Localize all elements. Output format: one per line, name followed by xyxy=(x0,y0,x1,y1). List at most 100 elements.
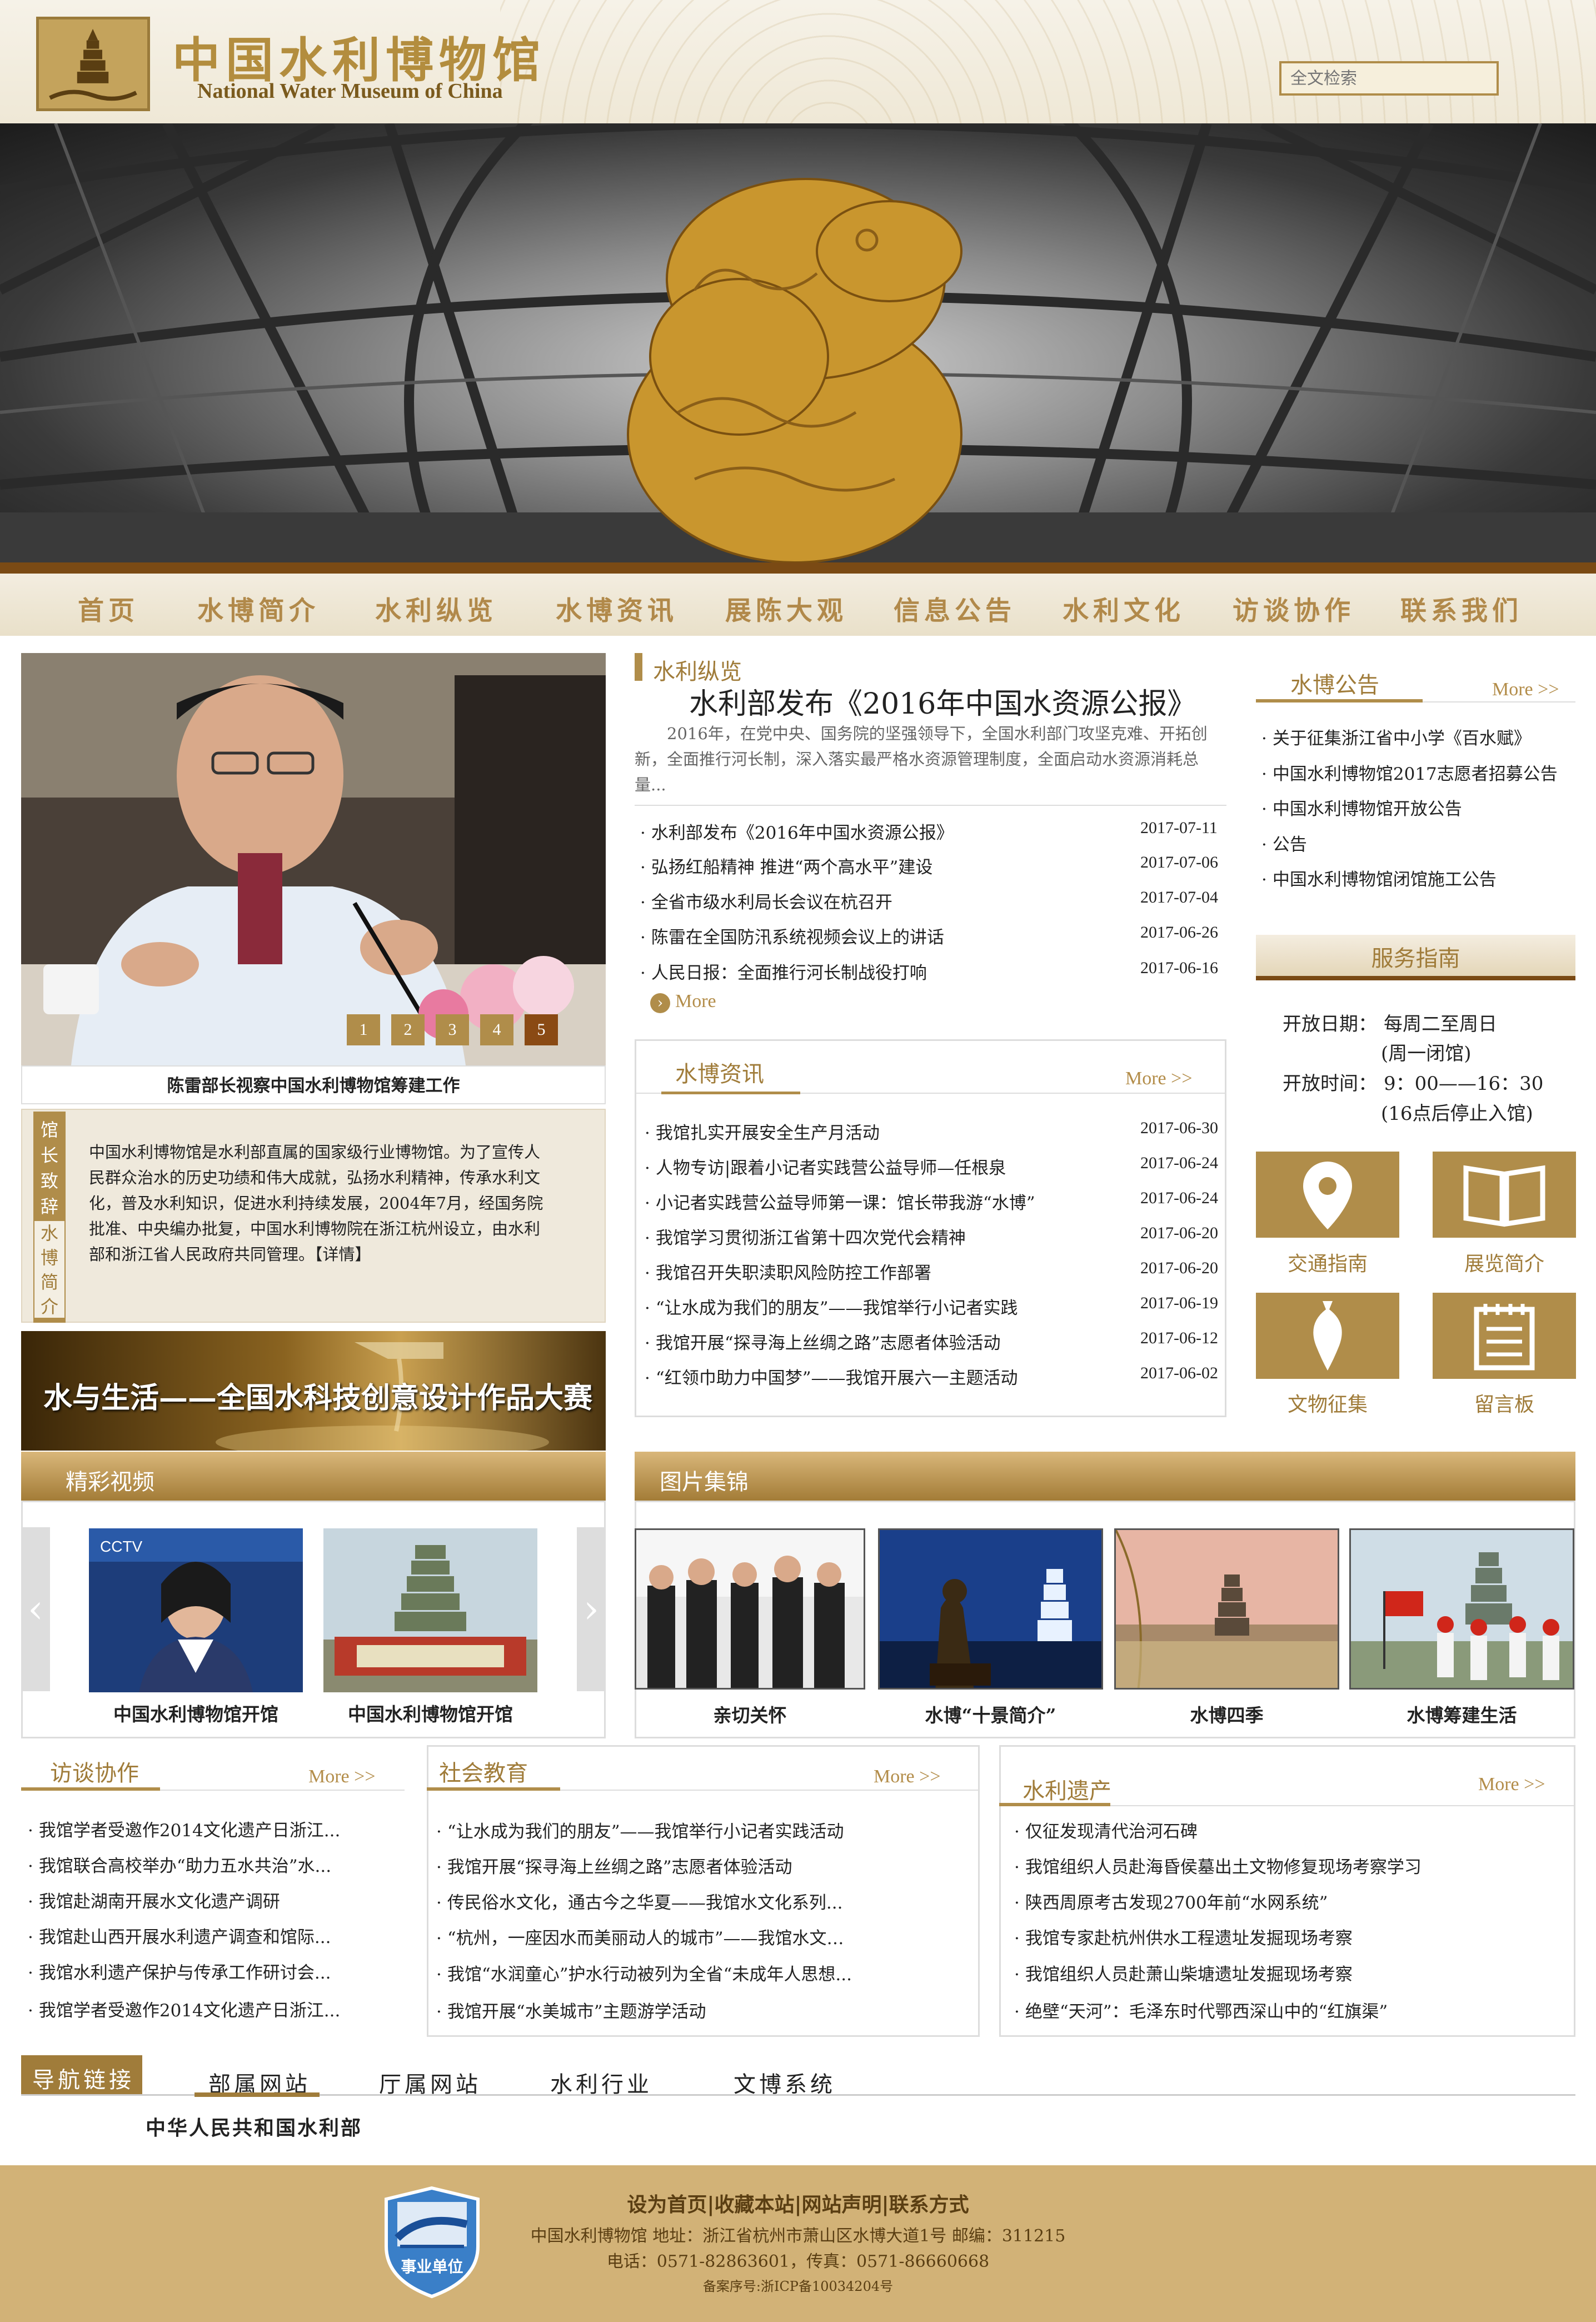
interview-item[interactable]: 我馆赴湖南开展水文化遗产调研 xyxy=(28,1887,280,1912)
news-item[interactable]: 我馆学习贯彻浙江省第十四次党代会精神 xyxy=(645,1224,966,1249)
gallery-caption-2[interactable]: 水博“十景简介” xyxy=(878,1701,1103,1727)
feature-caption[interactable]: 陈雷部长视察中国水利博物馆筹建工作 xyxy=(21,1065,606,1104)
gallery-photo-2[interactable] xyxy=(878,1528,1103,1690)
feature-photo[interactable] xyxy=(21,653,606,1065)
video-thumb-2[interactable] xyxy=(323,1528,537,1692)
overview-item[interactable]: 水利部发布《2016年中国水资源公报》 xyxy=(640,819,954,844)
nav-about[interactable]: 水博简介 xyxy=(197,589,320,627)
heritage-item[interactable]: 陕西周原考古发现2700年前“水网系统” xyxy=(1014,1889,1328,1914)
overview-more-link[interactable]: More xyxy=(675,991,716,1012)
education-title[interactable]: 社会教育 xyxy=(439,1755,528,1787)
heritage-item[interactable]: 我馆组织人员赴海昏侯墓出土文物修复现场考察学习 xyxy=(1014,1853,1422,1878)
interview-item[interactable]: 我馆学者受邀作2014文化遗产日浙江... xyxy=(28,1996,340,2021)
overview-item[interactable]: 弘扬红船精神 推进“两个高水平”建设 xyxy=(640,853,933,878)
news-item[interactable]: 小记者实践营公益导师第一课：馆长带我游“水博” xyxy=(645,1189,1035,1214)
guestbook-label[interactable]: 留言板 xyxy=(1433,1388,1576,1417)
notices-more-link[interactable]: More >> xyxy=(1492,679,1559,700)
footer-address: 中国水利博物馆 地址：浙江省杭州市萧山区水博大道1号 邮编：311215 xyxy=(530,2226,1066,2246)
notice-item[interactable]: 关于征集浙江省中小学《百水赋》 xyxy=(1261,724,1531,749)
links-tab-department[interactable]: 厅属网站 xyxy=(379,2066,481,2099)
overview-item[interactable]: 人民日报：全面推行河长制战役打响 xyxy=(640,959,927,984)
exhibition-intro-label[interactable]: 展览简介 xyxy=(1433,1248,1576,1277)
education-item[interactable]: “杭州，一座因水而美丽动人的城市”——我馆水文… xyxy=(436,1924,844,1949)
notice-item[interactable]: 中国水利博物馆2017志愿者招募公告 xyxy=(1261,760,1558,785)
interview-title[interactable]: 访谈协作 xyxy=(50,1755,139,1787)
gallery-caption-4[interactable]: 水博筹建生活 xyxy=(1349,1701,1574,1727)
nav-notices[interactable]: 信息公告 xyxy=(894,589,1016,627)
exhibition-intro-tile[interactable] xyxy=(1433,1152,1576,1238)
interview-item[interactable]: 我馆联合高校举办“助力五水共治”水... xyxy=(28,1852,331,1877)
traffic-guide-label[interactable]: 交通指南 xyxy=(1256,1248,1399,1277)
news-item[interactable]: “红领巾助力中国梦”——我馆开展六一主题活动 xyxy=(645,1364,1018,1389)
slide-pager-3[interactable]: 3 xyxy=(436,1014,469,1045)
video-thumb-1[interactable]: CCTV xyxy=(89,1528,303,1692)
nav-home[interactable]: 首页 xyxy=(78,589,139,627)
competition-banner[interactable]: 水与生活——全国水科技创意设计作品大赛 xyxy=(21,1331,606,1451)
notice-item[interactable]: 公告 xyxy=(1261,830,1307,855)
slide-pager-4[interactable]: 4 xyxy=(480,1014,513,1045)
education-item[interactable]: “让水成为我们的朋友”——我馆举行小记者实践活动 xyxy=(436,1817,844,1842)
footer-links[interactable]: 设为首页|收藏本站|网站声明|联系方式 xyxy=(0,2189,1596,2218)
footer-icp[interactable]: 备案序号:浙ICP备10034204号 xyxy=(0,2275,1596,2295)
heritage-item[interactable]: 我馆组织人员赴萧山柴塘遗址发掘现场考察 xyxy=(1014,1960,1353,1985)
nav-exhibitions[interactable]: 展陈大观 xyxy=(725,589,847,627)
links-tab-museums[interactable]: 文博系统 xyxy=(734,2066,836,2099)
overview-headline[interactable]: 水利部发布《2016年中国水资源公报》 xyxy=(689,680,1196,722)
relic-collection-tile[interactable] xyxy=(1256,1293,1399,1379)
news-item[interactable]: 人物专访|跟着小记者实践营公益导师—任根泉 xyxy=(645,1154,1006,1179)
heritage-item[interactable]: 仅征发现清代治河石碑 xyxy=(1014,1817,1198,1842)
links-tab-industry[interactable]: 水利行业 xyxy=(550,2066,652,2099)
heritage-more-link[interactable]: More >> xyxy=(1478,1774,1545,1795)
interview-item[interactable]: 我馆学者受邀作2014文化遗产日浙江... xyxy=(28,1816,340,1841)
interview-item[interactable]: 我馆水利遗产保护与传承工作研讨会... xyxy=(28,1959,331,1984)
tab-director-message[interactable]: 馆长致辞 xyxy=(33,1117,66,1219)
gallery-photo-4[interactable] xyxy=(1349,1528,1574,1690)
news-item[interactable]: 我馆开展“探寻海上丝绸之路”志愿者体验活动 xyxy=(645,1329,1001,1354)
education-item[interactable]: 传民俗水文化，通古今之华夏——我馆水文化系列... xyxy=(436,1889,843,1914)
education-item[interactable]: 我馆“水润童心”护水行动被列为全省“未成年人思想... xyxy=(436,1960,852,1985)
nav-culture[interactable]: 水利文化 xyxy=(1063,589,1185,627)
more-arrow-icon[interactable]: › xyxy=(650,993,670,1013)
relic-collection-label[interactable]: 文物征集 xyxy=(1256,1388,1399,1417)
nav-news[interactable]: 水博资讯 xyxy=(556,589,678,627)
gallery-caption-3[interactable]: 水博四季 xyxy=(1114,1701,1339,1727)
news-item[interactable]: 我馆召开失职渎职风险防控工作部署 xyxy=(645,1259,931,1284)
heritage-item[interactable]: 我馆专家赴杭州供水工程遗址发掘现场考察 xyxy=(1014,1924,1353,1949)
education-more-link[interactable]: More >> xyxy=(874,1766,941,1787)
education-item[interactable]: 我馆开展“探寻海上丝绸之路”志愿者体验活动 xyxy=(436,1853,792,1878)
traffic-guide-tile[interactable] xyxy=(1256,1152,1399,1238)
gallery-photo-3[interactable] xyxy=(1114,1528,1339,1690)
search-input[interactable] xyxy=(1279,61,1499,96)
interview-more-link[interactable]: More >> xyxy=(308,1766,376,1787)
notice-item[interactable]: 中国水利博物馆开放公告 xyxy=(1261,795,1462,820)
institution-badge-icon[interactable]: 事业单位 xyxy=(383,2185,481,2299)
news-item[interactable]: “让水成为我们的朋友”——我馆举行小记者实践 xyxy=(645,1294,1018,1319)
nav-overview[interactable]: 水利纵览 xyxy=(375,589,497,627)
prev-arrow-icon[interactable]: ‹ xyxy=(21,1527,50,1691)
overview-item[interactable]: 全省市级水利局长会议在杭召开 xyxy=(640,888,892,913)
slide-pager-5[interactable]: 5 xyxy=(525,1014,558,1045)
notices-title[interactable]: 水博公告 xyxy=(1290,667,1379,699)
video-caption-2[interactable]: 中国水利博物馆开馆 xyxy=(323,1700,537,1726)
interview-item[interactable]: 我馆赴山西开展水利遗产调查和馆际... xyxy=(28,1923,331,1948)
guestbook-tile[interactable] xyxy=(1433,1293,1576,1379)
link-ministry-of-water[interactable]: 中华人民共和国水利部 xyxy=(146,2112,362,2141)
notice-item[interactable]: 中国水利博物馆闭馆施工公告 xyxy=(1261,865,1497,890)
news-title[interactable]: 水博资讯 xyxy=(675,1056,764,1088)
video-caption-1[interactable]: 中国水利博物馆开馆 xyxy=(89,1700,303,1726)
gallery-photo-1[interactable] xyxy=(635,1528,865,1690)
overview-item[interactable]: 陈雷在全国防汛系统视频会议上的讲话 xyxy=(640,923,944,948)
next-arrow-icon[interactable]: › xyxy=(577,1527,606,1691)
news-more-link[interactable]: More >> xyxy=(1125,1068,1193,1089)
slide-pager-2[interactable]: 2 xyxy=(391,1014,425,1045)
slide-pager-1[interactable]: 1 xyxy=(347,1014,380,1045)
gallery-caption-1[interactable]: 亲切关怀 xyxy=(635,1701,865,1727)
heritage-title[interactable]: 水利遗产 xyxy=(1023,1773,1111,1805)
heritage-item[interactable]: 绝壁“天河”：毛泽东时代鄂西深山中的“红旗渠” xyxy=(1014,1997,1388,2022)
nav-contact[interactable]: 联系我们 xyxy=(1400,589,1523,627)
tab-museum-intro[interactable]: 水博简介 xyxy=(33,1220,66,1319)
museum-logo-icon[interactable] xyxy=(36,17,150,111)
education-item[interactable]: 我馆开展“水美城市”主题游学活动 xyxy=(436,1997,706,2022)
news-item[interactable]: 我馆扎实开展安全生产月活动 xyxy=(645,1119,880,1144)
nav-interviews[interactable]: 访谈协作 xyxy=(1233,589,1355,627)
